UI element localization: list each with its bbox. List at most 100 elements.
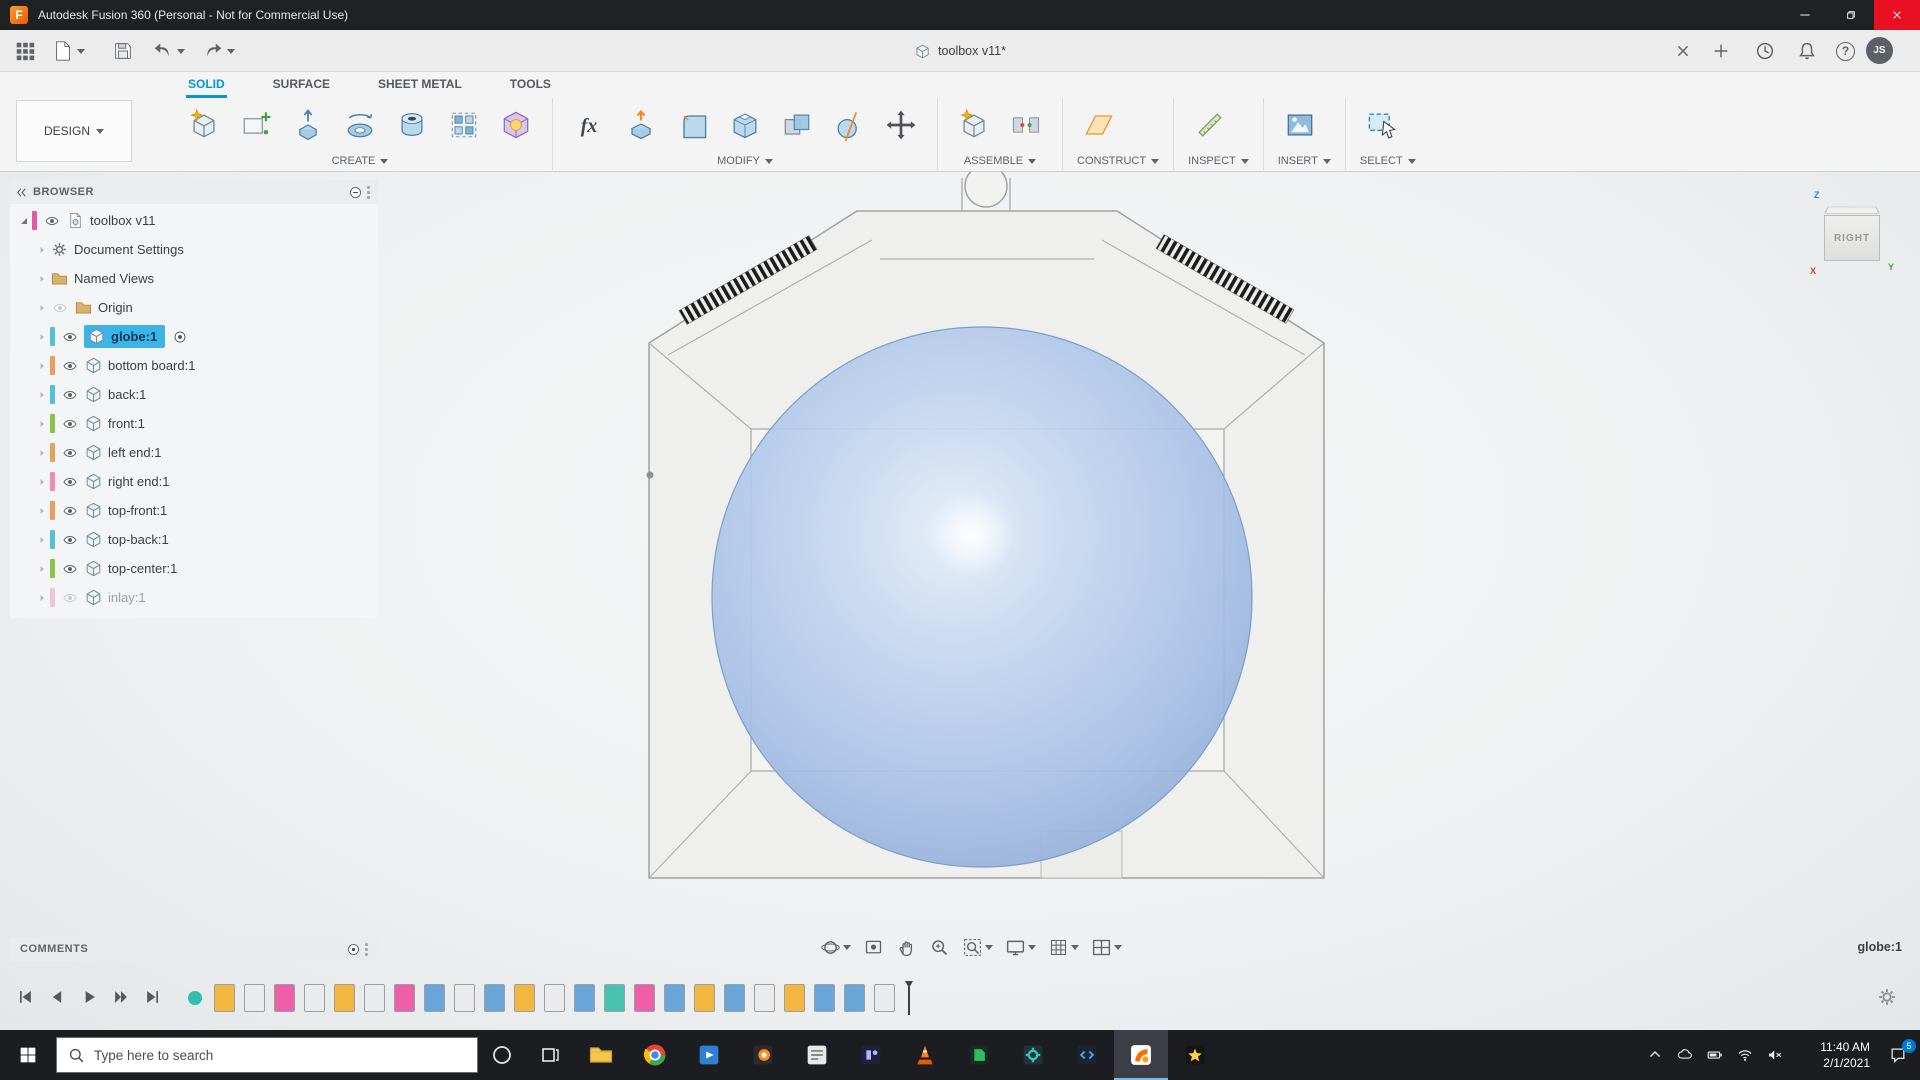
timeline-feature-20[interactable] (784, 984, 805, 1012)
visibility-eye-icon[interactable] (60, 532, 80, 548)
visibility-eye-icon[interactable] (42, 213, 62, 229)
task-view-button[interactable] (526, 1030, 574, 1080)
timeline-feature-12[interactable] (544, 984, 565, 1012)
taskbar-app-star[interactable] (1168, 1030, 1222, 1080)
tool-joint-button[interactable] (1004, 103, 1048, 147)
taskbar-vlc[interactable] (898, 1030, 952, 1080)
taskbar-app-green[interactable] (952, 1030, 1006, 1080)
visibility-eye-off-icon[interactable] (50, 300, 70, 316)
help-button[interactable]: ? (1836, 37, 1855, 65)
timeline-feature-19[interactable] (754, 984, 775, 1012)
browser-item-origin[interactable]: Origin (10, 293, 378, 322)
browser-item-inlay-1[interactable]: inlay:1 (10, 583, 378, 612)
browser-item-document-settings[interactable]: Document Settings (10, 235, 378, 264)
tree-expand-icon[interactable] (34, 273, 50, 285)
browser-item-toolbox-v11[interactable]: toolbox v11 (10, 206, 378, 235)
visibility-eye-off-icon[interactable] (60, 590, 80, 606)
model-globe-sphere[interactable] (711, 326, 1253, 868)
data-panel-toggle-button[interactable] (14, 37, 36, 65)
battery-icon[interactable] (1700, 1030, 1730, 1080)
timeline-feature-23[interactable] (874, 984, 895, 1012)
save-button[interactable] (112, 37, 134, 65)
group-label-modify[interactable]: MODIFY (567, 152, 923, 170)
browser-item-top-center-1[interactable]: top-center:1 (10, 554, 378, 583)
timeline-feature-2[interactable] (244, 984, 265, 1012)
group-label-create[interactable]: CREATE (182, 152, 538, 170)
timeline-feature-11[interactable] (514, 984, 535, 1012)
browser-item-front-1[interactable]: front:1 (10, 409, 378, 438)
tree-expand-icon[interactable] (34, 418, 50, 430)
network-icon[interactable] (1730, 1030, 1760, 1080)
timeline-feature-16[interactable] (664, 984, 685, 1012)
zoom-button[interactable] (925, 933, 954, 961)
tree-expand-icon[interactable] (34, 302, 50, 314)
close-button[interactable] (1874, 0, 1920, 30)
collapse-panel-icon[interactable] (14, 185, 29, 200)
viewcube[interactable]: RIGHT Z Y X (1810, 190, 1894, 278)
tree-expand-icon[interactable] (34, 447, 50, 459)
visibility-eye-icon[interactable] (60, 358, 80, 374)
notifications-bell-icon[interactable] (1796, 37, 1818, 65)
tab-tools[interactable]: TOOLS (508, 74, 553, 98)
search-input[interactable] (94, 1047, 477, 1063)
tool-plane-button[interactable] (1077, 103, 1121, 147)
browser-item-left-end-1[interactable]: left end:1 (10, 438, 378, 467)
onedrive-cloud-icon[interactable] (1670, 1030, 1700, 1080)
undo-button[interactable] (152, 37, 185, 65)
redo-button[interactable] (202, 37, 235, 65)
tree-expand-icon[interactable] (34, 505, 50, 517)
taskbar-clock[interactable]: 11:40 AM 2/1/2021 (1790, 1039, 1876, 1071)
user-avatar[interactable]: JS (1866, 37, 1893, 64)
comments-panel[interactable]: COMMENTS (10, 937, 378, 961)
taskbar-fusion-360[interactable] (1114, 1030, 1168, 1080)
timeline-feature-10[interactable] (484, 984, 505, 1012)
timeline-feature-4[interactable] (304, 984, 325, 1012)
comments-drag-handle[interactable] (361, 942, 372, 956)
timeline-feature-13[interactable] (574, 984, 595, 1012)
tool-split-body-button[interactable] (827, 103, 871, 147)
tab-solid[interactable]: SOLID (186, 74, 227, 98)
browser-item-top-front-1[interactable]: top-front:1 (10, 496, 378, 525)
timeline-feature-8[interactable] (424, 984, 445, 1012)
tree-expand-icon[interactable] (34, 331, 50, 343)
timeline-playhead[interactable] (905, 981, 913, 1015)
fit-button[interactable] (958, 933, 997, 961)
taskbar-search[interactable] (56, 1037, 478, 1073)
tool-pattern-button[interactable] (442, 103, 486, 147)
browser-item-bottom-board-1[interactable]: bottom board:1 (10, 351, 378, 380)
taskbar-app-teal-gear[interactable] (1006, 1030, 1060, 1080)
timeline-feature-18[interactable] (724, 984, 745, 1012)
taskbar-chrome[interactable] (628, 1030, 682, 1080)
tool-measure-button[interactable] (1188, 103, 1232, 147)
viewcube-top-face[interactable] (1824, 206, 1880, 214)
timeline-feature-17[interactable] (694, 984, 715, 1012)
tool-fillet-button[interactable] (671, 103, 715, 147)
timeline-feature-22[interactable] (844, 984, 865, 1012)
tool-form-button[interactable] (494, 103, 538, 147)
comment-indicator-icon[interactable] (346, 942, 361, 957)
group-label-select[interactable]: SELECT (1360, 152, 1416, 170)
tool-hole-button[interactable] (390, 103, 434, 147)
browser-item-named-views[interactable]: Named Views (10, 264, 378, 293)
tool-shell-button[interactable] (723, 103, 767, 147)
viewports-button[interactable] (1087, 933, 1126, 961)
timeline-feature-15[interactable] (634, 984, 655, 1012)
visibility-eye-icon[interactable] (60, 561, 80, 577)
cortana-button[interactable] (478, 1030, 526, 1080)
timeline-feature-9[interactable] (454, 984, 475, 1012)
sketch-point[interactable] (646, 471, 654, 479)
volume-muted-icon[interactable] (1760, 1030, 1790, 1080)
grid-display-button[interactable] (1044, 933, 1083, 961)
browser-item-right-end-1[interactable]: right end:1 (10, 467, 378, 496)
tree-expand-icon[interactable] (34, 592, 50, 604)
taskbar-app-code[interactable] (1060, 1030, 1114, 1080)
group-label-construct[interactable]: CONSTRUCT (1077, 152, 1160, 170)
pan-button[interactable] (892, 933, 921, 961)
tab-sheet-metal[interactable]: SHEET METAL (376, 74, 464, 98)
look-at-button[interactable] (859, 933, 888, 961)
visibility-eye-icon[interactable] (60, 474, 80, 490)
orbit-button[interactable] (816, 933, 855, 961)
visibility-eye-icon[interactable] (60, 329, 80, 345)
tool-new-component-button[interactable] (952, 103, 996, 147)
document-tab[interactable]: toolbox v11* (900, 36, 1020, 66)
